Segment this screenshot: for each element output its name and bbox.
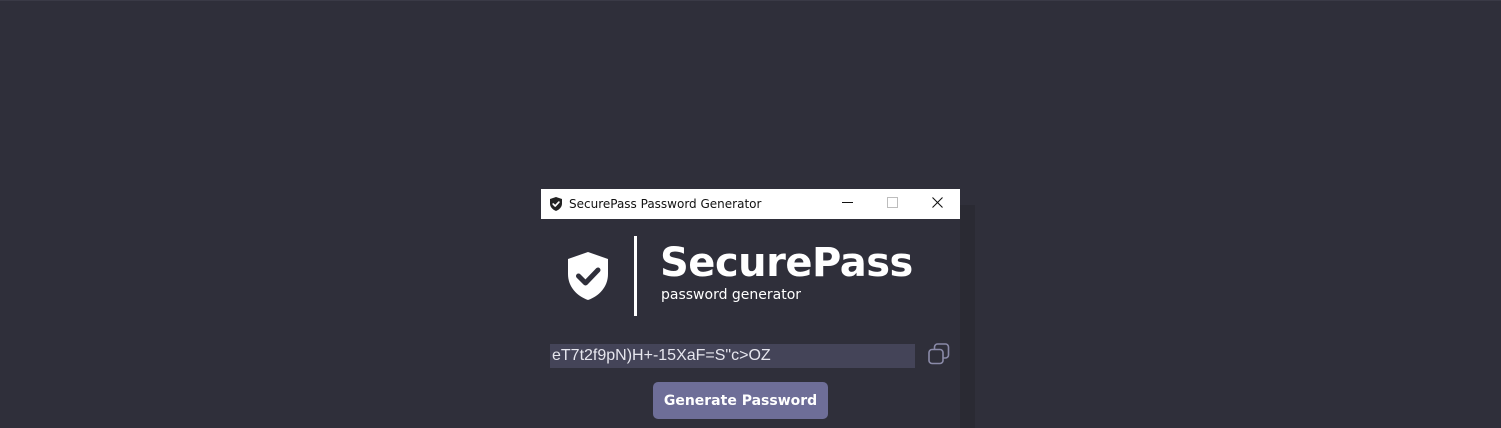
shield-check-icon [548, 196, 564, 212]
brand-name: SecurePass [660, 240, 913, 286]
maximize-button[interactable] [870, 189, 915, 219]
copy-icon [927, 342, 951, 371]
close-icon [932, 195, 943, 213]
title-bar[interactable]: SecurePass Password Generator [541, 189, 960, 219]
desktop: SecurePass Password Generator SecurePass… [0, 0, 1501, 428]
password-row [550, 342, 951, 371]
logo-divider [634, 236, 637, 316]
generate-password-button[interactable]: Generate Password [653, 382, 828, 419]
minimize-icon [842, 195, 853, 213]
window-shadow [960, 205, 975, 428]
app-header: SecurePass password generator [541, 219, 960, 329]
window-controls [825, 189, 960, 219]
brand-subtitle: password generator [661, 287, 802, 303]
minimize-button[interactable] [825, 189, 870, 219]
password-field[interactable] [550, 344, 915, 368]
maximize-icon [887, 195, 898, 213]
window-title: SecurePass Password Generator [569, 197, 762, 211]
copy-button[interactable] [927, 342, 951, 371]
close-button[interactable] [915, 189, 960, 219]
app-window: SecurePass Password Generator SecurePass… [541, 189, 960, 428]
shield-check-icon [565, 250, 611, 307]
